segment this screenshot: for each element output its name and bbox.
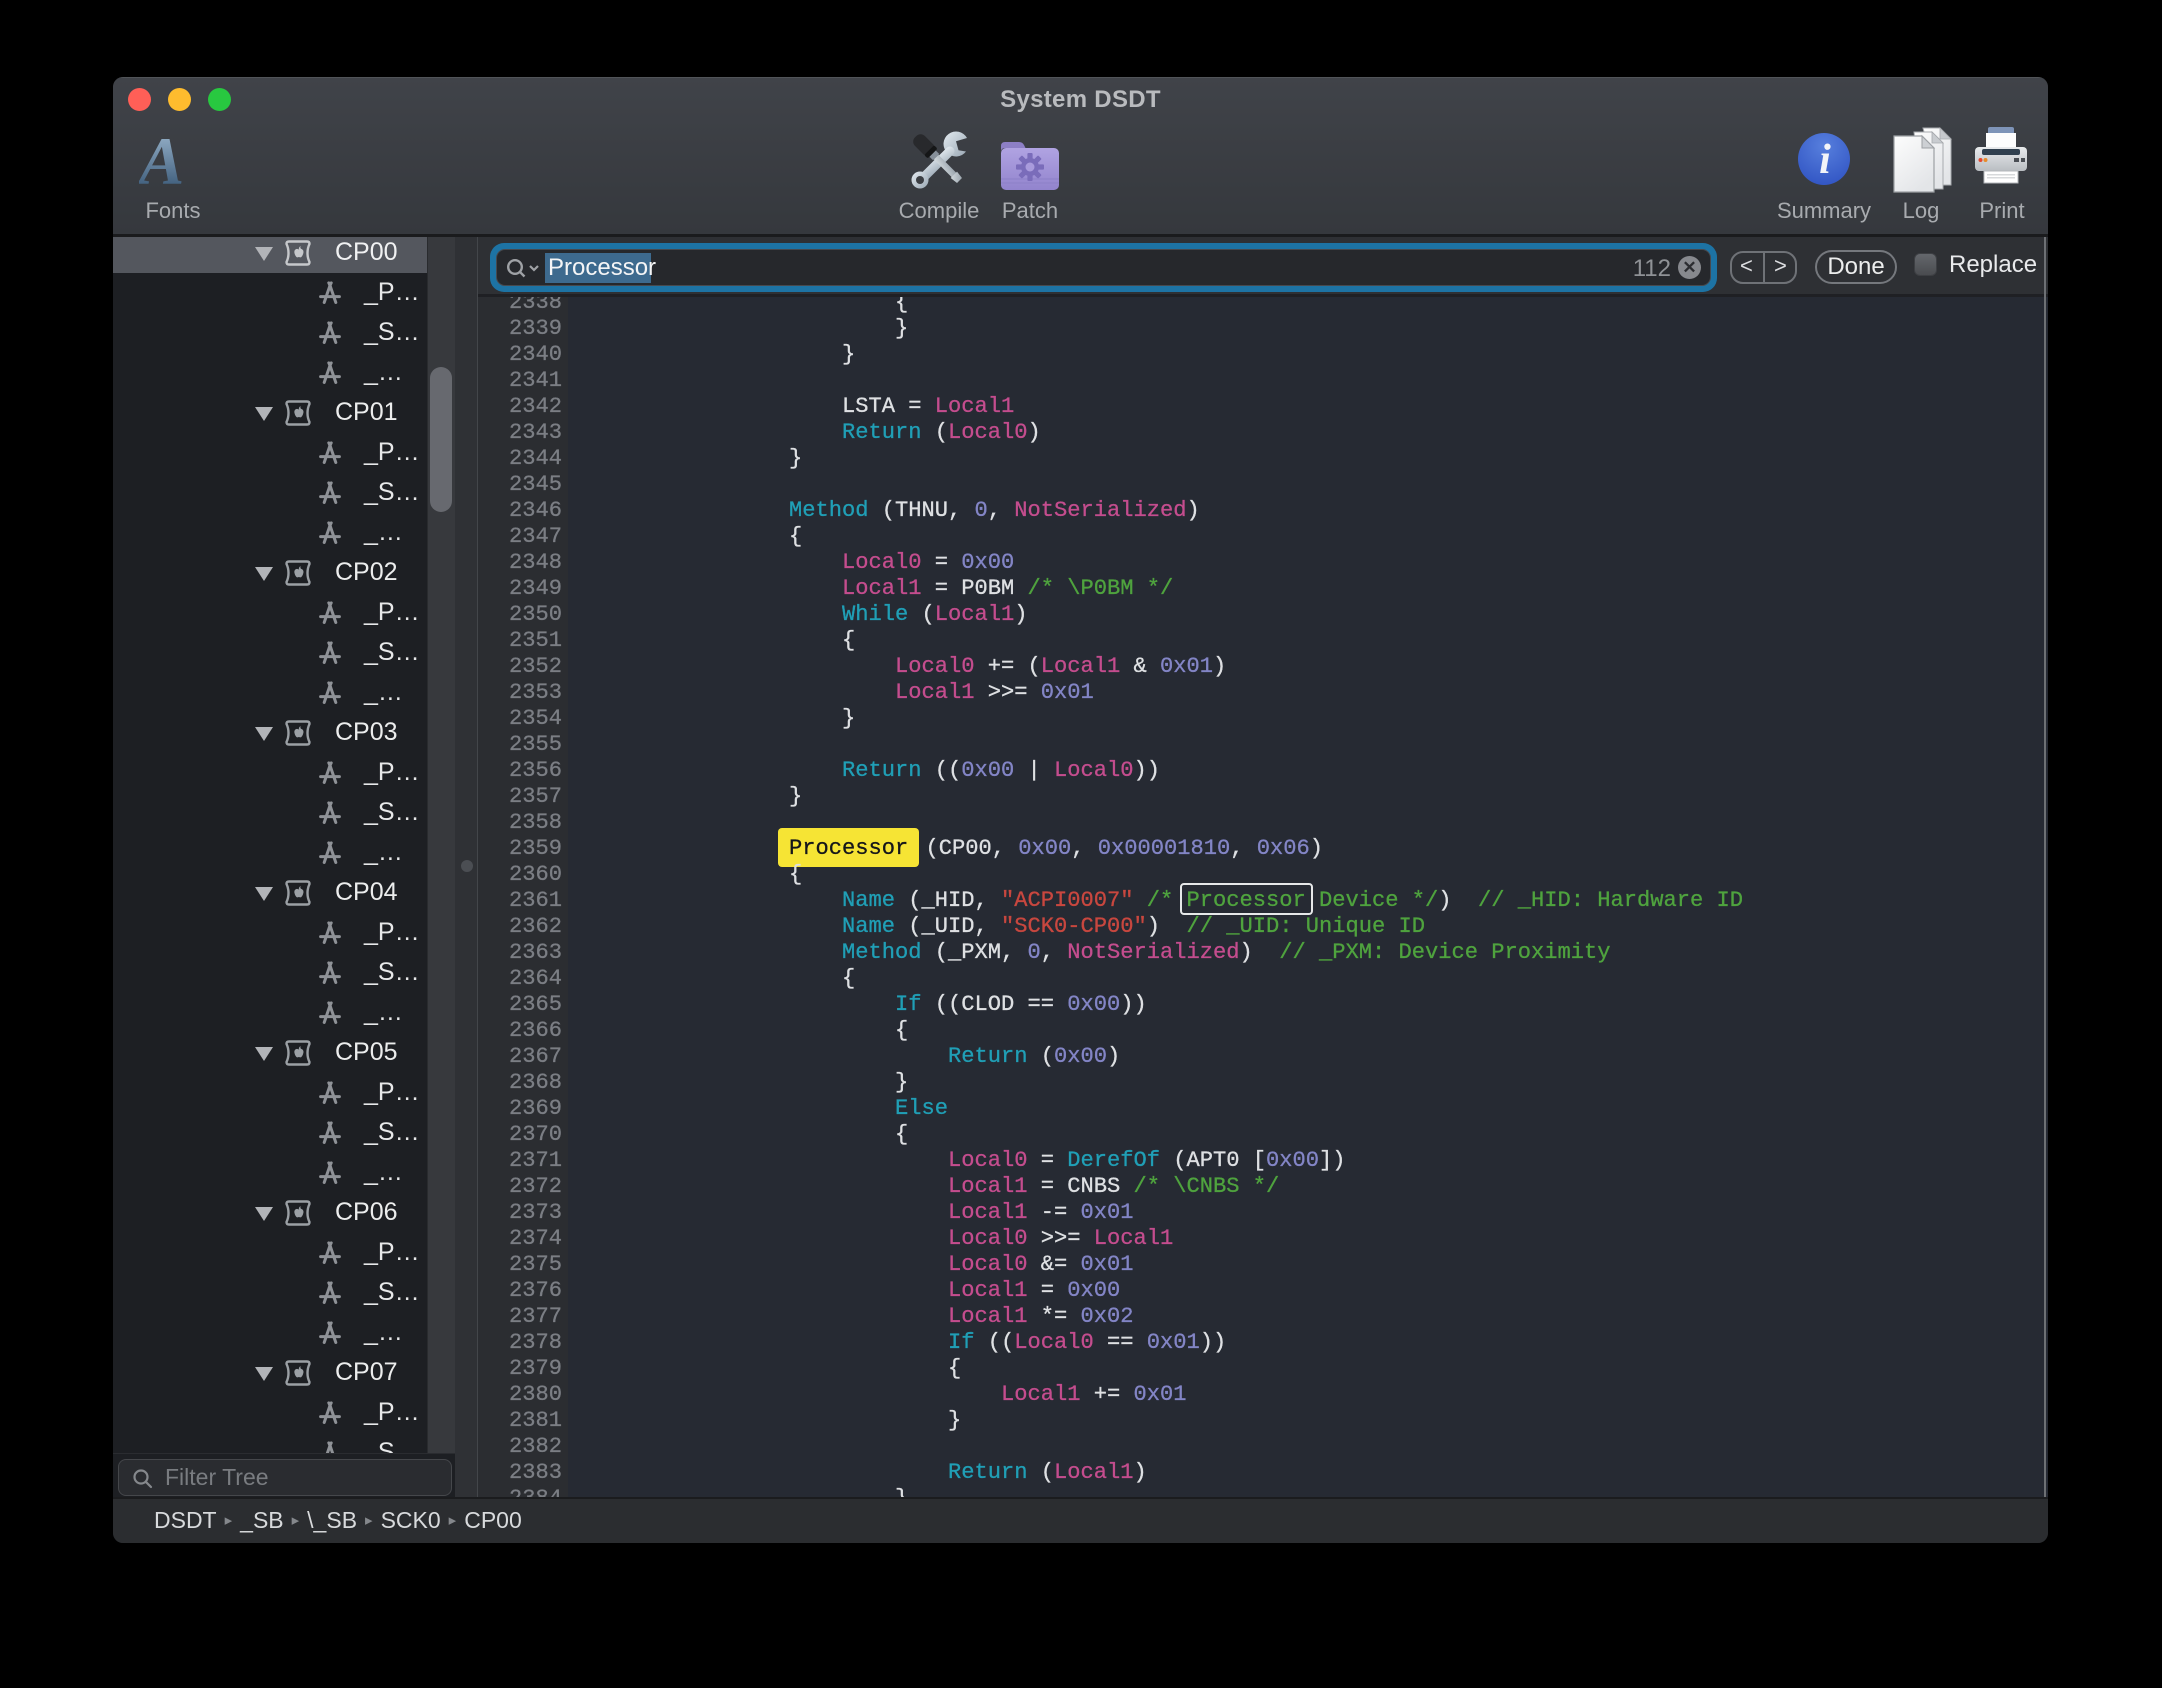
svg-text:i: i — [1819, 137, 1831, 183]
